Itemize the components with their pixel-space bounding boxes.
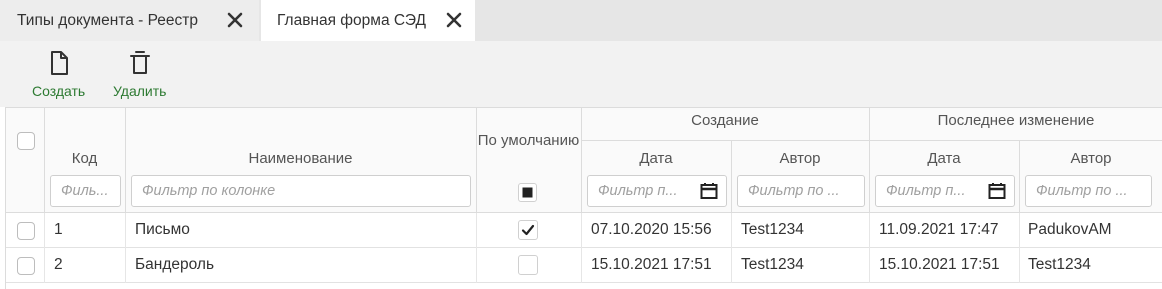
- close-icon[interactable]: [226, 11, 244, 29]
- header-created-group: Создание: [691, 112, 759, 129]
- cell-divider: [476, 248, 477, 283]
- filter-name-input[interactable]: Фильтр по колонке: [131, 175, 471, 207]
- check-icon: [521, 224, 535, 236]
- delete-button[interactable]: Удалить: [113, 50, 166, 99]
- cell-created-author: Test1234: [741, 256, 804, 273]
- cell-code: 2: [54, 256, 63, 273]
- grid-header: Код Наименование По умолчанию Создание П…: [6, 107, 1162, 213]
- cell-modified-date: 15.10.2021 17:51: [879, 256, 1000, 273]
- delete-label: Удалить: [113, 83, 167, 99]
- filter-placeholder: Фильтр п...: [886, 183, 966, 199]
- cell-created-date: 07.10.2020 15:56: [591, 221, 712, 238]
- cell-divider: [125, 248, 126, 283]
- cell-created-author: Test1234: [741, 221, 804, 238]
- cell-divider: [125, 213, 126, 248]
- tab-bar: Типы документа - Реестр Главная форма СЭ…: [0, 0, 1162, 41]
- header-code[interactable]: Код: [44, 150, 125, 167]
- cell-divider: [44, 213, 45, 248]
- filter-default-checkbox[interactable]: [518, 183, 537, 202]
- cell-divider: [476, 213, 477, 248]
- filter-modified-author-input[interactable]: Фильтр по ...: [1025, 175, 1152, 207]
- document-types-grid: Код Наименование По умолчанию Создание П…: [5, 107, 1162, 289]
- document-icon: [50, 51, 68, 75]
- table-row[interactable]: 2 Бандероль 15.10.2021 17:51 Test1234 15…: [6, 248, 1162, 283]
- row-select-checkbox[interactable]: [17, 222, 35, 240]
- cell-modified-author: PadukovAM: [1028, 221, 1112, 238]
- cell-divider: [1019, 213, 1020, 248]
- table-row[interactable]: 1 Письмо 07.10.2020 15:56 Test1234 11.09…: [6, 213, 1162, 248]
- cell-created-date: 15.10.2021 17:51: [591, 256, 712, 273]
- header-modified-group: Последнее изменение: [937, 112, 1095, 129]
- group-divider: [581, 140, 1162, 141]
- calendar-icon[interactable]: [988, 182, 1006, 200]
- close-icon[interactable]: [445, 11, 463, 29]
- filter-created-date-input[interactable]: Фильтр п...: [587, 175, 727, 207]
- tab-document-types-registry[interactable]: Типы документа - Реестр: [0, 0, 259, 41]
- filter-created-author-input[interactable]: Фильтр по ...: [737, 175, 865, 207]
- indeterminate-icon: [522, 187, 533, 198]
- filter-placeholder: Филь...: [61, 183, 109, 199]
- create-button[interactable]: Создать: [32, 50, 85, 99]
- toolbar: Создать Удалить: [0, 41, 1162, 107]
- tab-label: Типы документа - Реестр: [17, 11, 199, 29]
- filter-code-input[interactable]: Филь...: [50, 175, 121, 207]
- column-divider: [476, 108, 477, 213]
- cell-modified-author: Test1234: [1028, 256, 1091, 273]
- header-name[interactable]: Наименование: [125, 150, 476, 167]
- row-select-checkbox[interactable]: [17, 257, 35, 275]
- cell-default-checkbox: [518, 255, 538, 275]
- header-modified-author[interactable]: Автор: [1019, 150, 1162, 167]
- cell-divider: [731, 213, 732, 248]
- tab-main-form[interactable]: Главная форма СЭД: [261, 0, 475, 41]
- cell-divider: [44, 248, 45, 283]
- create-label: Создать: [32, 83, 86, 99]
- cell-modified-date: 11.09.2021 17:47: [879, 221, 999, 238]
- filter-placeholder: Фильтр по ...: [1036, 183, 1128, 199]
- calendar-icon[interactable]: [700, 182, 718, 200]
- cell-divider: [869, 248, 870, 283]
- cell-name: Письмо: [135, 221, 190, 238]
- cell-divider: [869, 213, 870, 248]
- cell-default-checkbox: [518, 220, 538, 240]
- header-created-author[interactable]: Автор: [731, 150, 869, 167]
- header-created-date[interactable]: Дата: [581, 150, 731, 167]
- header-modified-date[interactable]: Дата: [869, 150, 1019, 167]
- cell-divider: [731, 248, 732, 283]
- trash-icon: [129, 51, 150, 74]
- filter-placeholder: Фильтр по ...: [748, 183, 840, 199]
- cell-name: Бандероль: [135, 256, 215, 273]
- cell-divider: [581, 213, 582, 248]
- filter-placeholder: Фильтр по колонке: [142, 183, 276, 199]
- cell-divider: [581, 248, 582, 283]
- filter-placeholder: Фильтр п...: [598, 183, 678, 199]
- select-all-checkbox[interactable]: [17, 132, 35, 150]
- cell-divider: [1019, 248, 1020, 283]
- cell-code: 1: [54, 221, 63, 238]
- tab-label: Главная форма СЭД: [277, 11, 427, 29]
- header-default[interactable]: По умолчанию: [476, 132, 581, 150]
- filter-modified-date-input[interactable]: Фильтр п...: [875, 175, 1015, 207]
